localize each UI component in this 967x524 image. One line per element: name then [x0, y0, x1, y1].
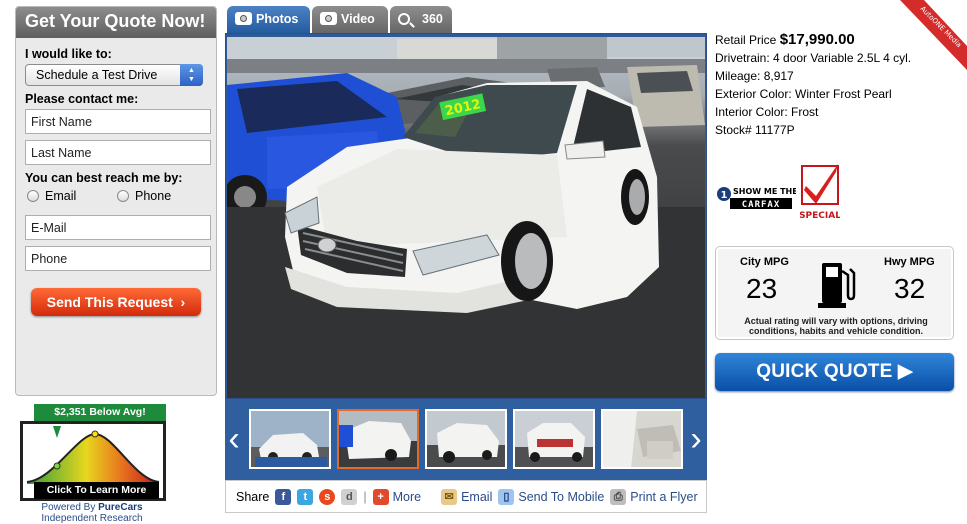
share-divider: |: [363, 489, 367, 504]
video-camera-icon: [320, 12, 337, 25]
print-flyer-link[interactable]: Print a Flyer: [630, 490, 697, 504]
request-type-value: Schedule a Test Drive: [36, 68, 158, 82]
mobile-phone-icon: ▯: [498, 488, 515, 505]
city-mpg-label: City MPG: [740, 256, 789, 268]
printer-icon: ⎙: [610, 488, 627, 505]
hwy-mpg-label: Hwy MPG: [884, 256, 935, 268]
gas-pump-icon: [818, 263, 856, 308]
carfax-logo-icon: 1 SHOW ME THE CARFAX: [717, 187, 798, 210]
phone-input[interactable]: Phone: [25, 246, 211, 271]
request-type-select[interactable]: Schedule a Test Drive ▲ ▼: [25, 64, 203, 86]
powered-by-label: Powered By: [41, 502, 96, 513]
main-car-photo[interactable]: 2012: [227, 37, 705, 398]
stumbleupon-icon[interactable]: s: [319, 488, 336, 505]
first-name-input[interactable]: First Name: [25, 109, 211, 134]
facebook-icon[interactable]: f: [275, 488, 292, 505]
i-would-like-label: I would like to:: [25, 47, 112, 61]
hwy-mpg-value: 32: [894, 273, 926, 304]
send-to-mobile-link[interactable]: Send To Mobile: [518, 490, 604, 504]
quick-quote-label: QUICK QUOTE: [756, 361, 893, 382]
thumbnail-image-4: [515, 411, 593, 467]
stock-number-row: Stock# 11177P: [715, 123, 795, 137]
special-text: SPECIAL: [800, 211, 840, 221]
thumbnail-image-5: [603, 411, 681, 467]
tab-photos[interactable]: Photos: [227, 6, 310, 33]
city-mpg-value: 23: [746, 273, 778, 304]
carfax-logo-text: CARFAX: [742, 200, 781, 210]
more-link[interactable]: More: [393, 490, 421, 504]
email-envelope-icon: ✉: [441, 488, 458, 505]
last-name-input[interactable]: Last Name: [25, 140, 211, 165]
car-photo-image: 2012: [227, 37, 705, 398]
price-gauge-widget[interactable]: $2,351 Below Avg! Click To Learn More Po…: [16, 404, 168, 524]
thumbnail-strip: ‹ ›: [225, 399, 707, 480]
purecars-brand: PureCars: [98, 502, 143, 513]
quote-form: Get Your Quote Now! I would like to: Sch…: [15, 6, 217, 396]
below-average-badge: $2,351 Below Avg!: [34, 404, 166, 421]
more-plus-icon[interactable]: +: [372, 488, 389, 505]
fuel-economy-box: City MPG 23 Hwy MPG 32 Actual rating wil…: [715, 246, 954, 340]
digg-icon[interactable]: d: [341, 488, 358, 505]
red-checkmark-icon: SPECIAL: [799, 164, 841, 221]
powered-by-purecars: Powered By PureCars Independent Research: [16, 502, 168, 524]
carfax-show-me-text: SHOW ME THE: [733, 187, 796, 196]
quick-quote-button[interactable]: QUICK QUOTE ▶: [715, 353, 954, 391]
thumbnail-1[interactable]: [249, 409, 331, 469]
share-bar: Share f t s d | + More ✉ Email ▯ Send To…: [225, 480, 707, 513]
retail-price-value: $17,990.00: [779, 31, 855, 48]
independent-research-label: Independent Research: [41, 513, 143, 524]
send-request-label: Send This Request: [46, 294, 173, 310]
chevron-left-icon[interactable]: ‹: [227, 413, 241, 465]
mpg-disclaimer: Actual rating will vary with options, dr…: [744, 316, 928, 336]
thumbnail-image-1: [251, 411, 329, 467]
camera-icon: [235, 12, 252, 25]
chevron-right-icon[interactable]: ›: [689, 413, 703, 465]
thumbnail-2[interactable]: [337, 409, 419, 469]
reach-label: You can best reach me by:: [25, 171, 183, 185]
thumbnail-3[interactable]: [425, 409, 507, 469]
corner-ribbon: AutoONE Media: [870, 0, 967, 75]
phone-radio-label: Phone: [135, 189, 172, 203]
interior-color-row: Interior Color: Frost: [715, 105, 819, 119]
email-link[interactable]: Email: [461, 490, 492, 504]
tab-video[interactable]: Video: [312, 6, 388, 33]
autoone-ribbon-graphic: AutoONE Media: [900, 0, 967, 70]
email-input[interactable]: E-Mail: [25, 215, 211, 240]
exterior-color-row: Exterior Color: Winter Frost Pearl: [715, 87, 892, 101]
thumbnail-4[interactable]: [513, 409, 595, 469]
email-radio-label: Email: [45, 189, 77, 203]
phone-radio[interactable]: [117, 190, 129, 202]
thumbnail-image-3: [427, 411, 505, 467]
select-arrows-icon: ▲ ▼: [180, 64, 203, 86]
tab-video-label: Video: [341, 12, 375, 26]
chevron-right-icon: ›: [176, 294, 186, 310]
carfax-report-link[interactable]: 1 SHOW ME THE CARFAX: [716, 182, 798, 212]
tab-360[interactable]: 360: [390, 6, 452, 33]
thumbnail-image-2: [339, 411, 417, 467]
learn-more-link[interactable]: Click To Learn More: [34, 482, 159, 499]
email-radio[interactable]: [27, 190, 39, 202]
special-badge: SPECIAL: [799, 164, 841, 224]
share-label: Share: [236, 489, 270, 504]
play-arrow-icon: ▶: [897, 361, 913, 382]
twitter-icon[interactable]: t: [297, 488, 314, 505]
magnifier-icon: [398, 13, 410, 25]
send-request-button[interactable]: Send This Request ›: [31, 288, 201, 316]
contact-label: Please contact me:: [25, 92, 139, 106]
quote-form-title: Get Your Quote Now!: [16, 7, 216, 38]
svg-text:1: 1: [721, 190, 728, 201]
main-photo-frame: 2012: [225, 33, 707, 399]
tab-360-label: 360: [422, 12, 443, 26]
retail-price-label: Retail Price: [715, 33, 777, 47]
tab-photos-label: Photos: [256, 12, 299, 26]
thumbnail-5[interactable]: [601, 409, 683, 469]
